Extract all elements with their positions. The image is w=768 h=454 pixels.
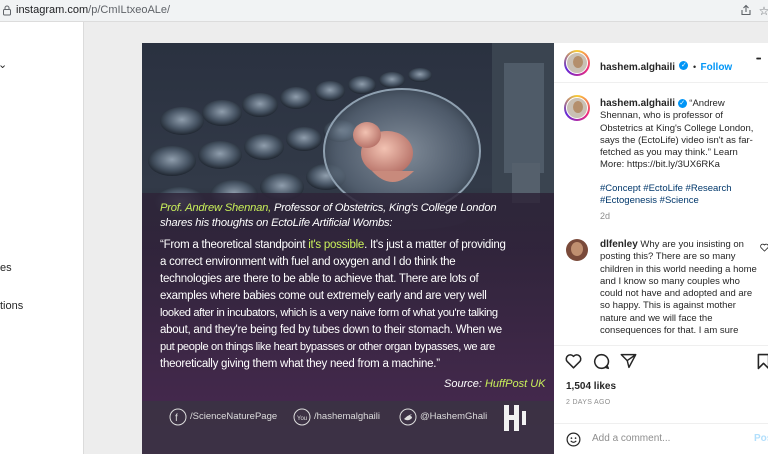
nav-item-partial-2[interactable]: tions	[0, 300, 23, 312]
caption-username[interactable]: hashem.alghaili	[600, 98, 675, 109]
share-icon[interactable]	[739, 4, 753, 18]
save-bookmark-icon[interactable]	[757, 353, 768, 370]
quote-line-6: about, and they're being fed by tubes do…	[160, 324, 502, 336]
url-text[interactable]: instagram.com/p/CmILtxeoALe/	[16, 4, 170, 16]
header-user-row: hashem.alghaili ✓ • Follow	[600, 57, 732, 75]
comment-icon[interactable]	[593, 353, 610, 370]
comment: dlfenley Why are you insisting on postin…	[600, 239, 762, 337]
author-avatar[interactable]	[564, 50, 590, 76]
post-actions	[554, 345, 768, 375]
post-caption: hashem.alghaili ✓ “Andrew Shennan, who i…	[600, 98, 762, 172]
svg-text:f: f	[175, 413, 178, 424]
emoji-icon[interactable]	[566, 432, 581, 447]
quote-line-3: technologies are there to be able to ach…	[160, 273, 479, 285]
url-path: /p/CmILtxeoALe/	[88, 4, 171, 16]
post-details-panel: hashem.alghaili ✓ • Follow ••• hashem.al…	[554, 43, 768, 454]
url-host: instagram.com	[16, 4, 89, 16]
caption-time: 2d	[600, 211, 611, 221]
add-comment-bar: Add a comment... Post	[554, 423, 768, 454]
caption-avatar[interactable]	[564, 95, 590, 121]
source-label: Source:	[444, 378, 485, 390]
quote-attribution: Prof. Andrew Shennan, Professor of Obste…	[160, 202, 497, 214]
quote-line-1-a: “From a theoretical standpoint	[160, 239, 309, 251]
quote-line-1-b: . It's just a matter of providing	[364, 239, 506, 251]
nav-item-partial-1[interactable]: es	[0, 262, 12, 274]
comment-username[interactable]: dlfenley	[600, 239, 638, 250]
comment-like-icon[interactable]	[760, 243, 768, 252]
quote-line-7: put people on things like heart bypasses…	[160, 341, 495, 353]
quote-line-8: theoretically giving them what they need…	[160, 358, 440, 370]
quote-author-name: Prof. Andrew Shennan,	[160, 202, 272, 214]
add-comment-input[interactable]: Add a comment...	[592, 433, 670, 444]
share-paper-plane-icon[interactable]	[620, 353, 637, 369]
like-count[interactable]: 1,504 likes	[566, 381, 616, 392]
source-value: HuffPost UK	[484, 378, 546, 390]
comment-text: Why are you insisting on posting this? T…	[600, 239, 757, 337]
more-options-icon[interactable]: •••	[756, 56, 761, 63]
quote-highlight: it's possible	[308, 239, 365, 251]
bookmark-star-icon[interactable]: ☆	[757, 4, 768, 18]
facebook-handle: /ScienceNaturePage	[190, 411, 278, 422]
follow-button[interactable]: Follow	[701, 62, 733, 73]
quote-attribution-line2: shares his thoughts on EctoLife Artifici…	[160, 217, 393, 229]
left-navigation: ⌄ es tions	[0, 22, 84, 454]
hashtags[interactable]: #Concept #EctoLife #Research #Ectogenesi…	[600, 183, 762, 208]
header-username[interactable]: hashem.alghaili	[600, 62, 675, 73]
quote-line-1: “From a theoretical standpoint it's poss…	[160, 239, 506, 251]
twitter-handle: @HashemGhali	[420, 411, 488, 422]
commenter-avatar[interactable]	[566, 239, 588, 261]
browser-address-bar[interactable]: instagram.com/p/CmILtxeoALe/ ☆	[0, 0, 768, 22]
separator-dot: •	[692, 62, 697, 72]
quote-line-4: examples where babies come out extremely…	[160, 290, 487, 302]
nav-chevron-icon[interactable]: ⌄	[0, 58, 7, 71]
post-image[interactable]: f You Prof. Andrew Shennan, Professor of…	[142, 43, 554, 454]
youtube-handle: /hashemalghaili	[314, 411, 381, 422]
post-header: hashem.alghaili ✓ • Follow •••	[554, 43, 768, 83]
posted-ago: 2 DAYS AGO	[566, 399, 611, 406]
quote-source: Source: HuffPost UK	[444, 378, 546, 390]
svg-text:You: You	[297, 416, 307, 422]
caption-verified-icon: ✓	[677, 98, 687, 108]
lock-icon	[3, 5, 11, 16]
post-comment-button[interactable]: Post	[754, 433, 768, 444]
quote-line-2: a correct environment with fuel and oxyg…	[160, 256, 456, 268]
quote-author-title: Professor of Obstetrics, King's College …	[271, 202, 497, 214]
like-heart-icon[interactable]	[565, 353, 582, 369]
quote-line-5: looked after in incubators, which is a v…	[160, 307, 498, 319]
verified-badge-icon: ✓	[679, 61, 689, 71]
